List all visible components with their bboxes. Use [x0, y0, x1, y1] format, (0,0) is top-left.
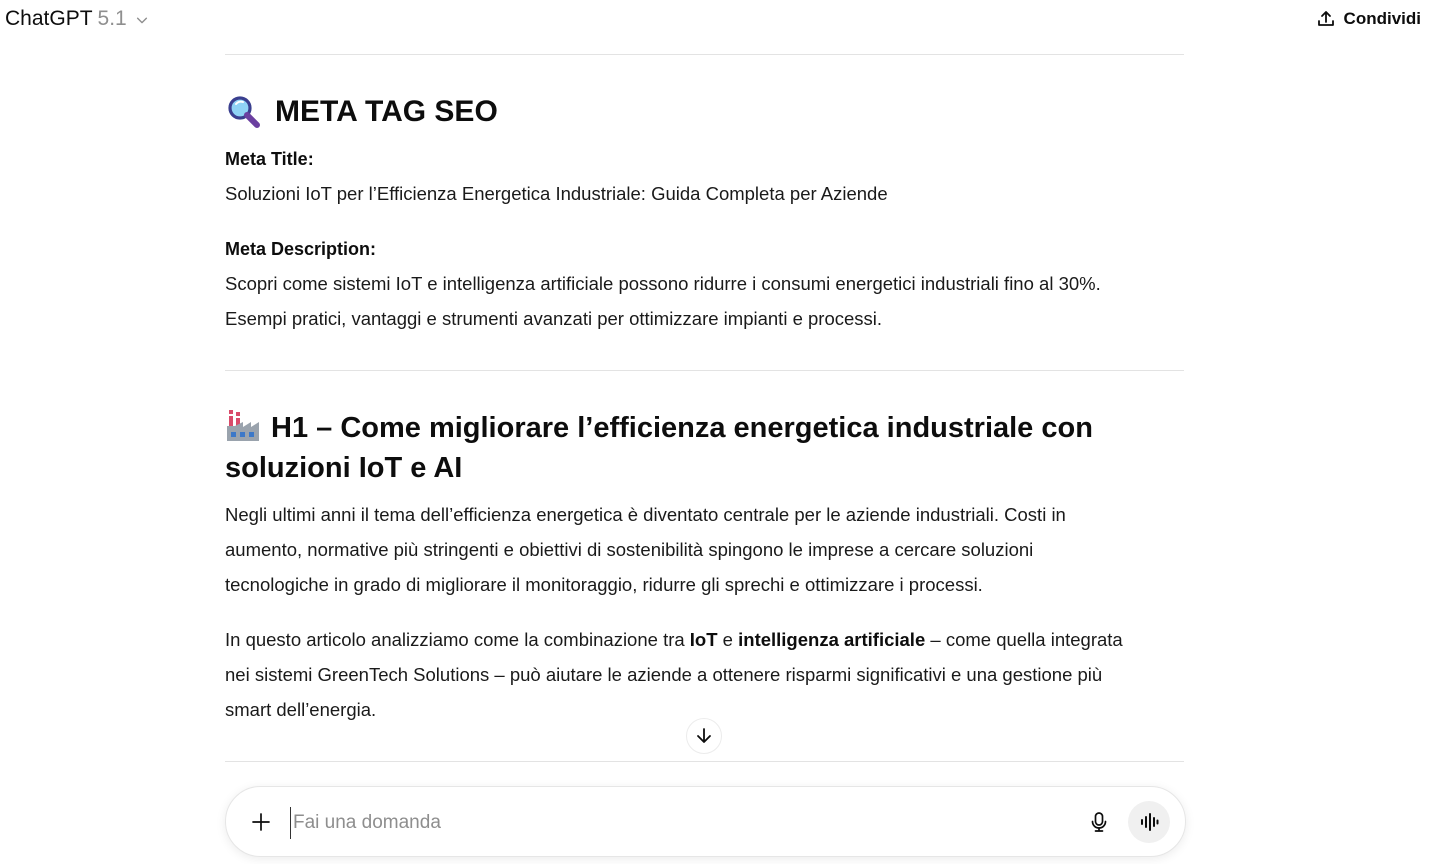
- divider: [225, 370, 1184, 371]
- paragraph-line: In questo articolo analizziamo come la c…: [225, 622, 1187, 657]
- prompt-input[interactable]: [290, 807, 1070, 839]
- meta-heading-text: META TAG SEO: [275, 95, 498, 128]
- text-run: In questo articolo analizziamo come la c…: [225, 629, 690, 650]
- share-label: Condividi: [1343, 9, 1421, 28]
- meta-heading: META TAG SEO: [225, 92, 1184, 132]
- h1-heading: H1 – Come migliorare l’efficienza energe…: [225, 408, 1184, 488]
- paragraph-line: nei sistemi GreenTech Solutions – può ai…: [225, 664, 1103, 685]
- magnifying-glass-emoji: [228, 96, 260, 128]
- text-run: e: [717, 629, 739, 650]
- meta-title-label: Meta Title:: [225, 149, 314, 169]
- attach-button[interactable]: [244, 805, 278, 839]
- arrow-down-icon: [697, 728, 711, 743]
- meta-description-line: Scopri come sistemi IoT e intelligenza a…: [225, 273, 1101, 294]
- chevron-down-icon: [136, 17, 147, 24]
- dictate-button[interactable]: [1082, 805, 1116, 839]
- paragraph-line: Negli ultimi anni il tema dell’efficienz…: [225, 504, 1066, 525]
- factory-emoji: [227, 410, 259, 441]
- intro-paragraph: Negli ultimi anni il tema dell’efficienz…: [225, 497, 1187, 602]
- plus-icon: [252, 813, 270, 831]
- voice-mode-button[interactable]: [1128, 801, 1170, 843]
- meta-title-text: Soluzioni IoT per l’Efficienza Energetic…: [225, 183, 888, 204]
- h1-heading-line1: H1 – Come migliorare l’efficienza energe…: [271, 412, 1093, 444]
- meta-description-line: Esempi pratici, vantaggi e strumenti ava…: [225, 308, 883, 329]
- paragraph-line: aumento, normative più stringenti e obie…: [225, 539, 1034, 560]
- text-run: – come quella integrata: [925, 629, 1123, 650]
- article-paragraph: In questo articolo analizziamo come la c…: [225, 622, 1187, 727]
- divider: [225, 761, 1184, 762]
- scroll-to-bottom-button[interactable]: [686, 718, 722, 754]
- upload-icon: [1317, 11, 1334, 26]
- model-switcher[interactable]: ChatGPT 5.1: [5, 5, 149, 33]
- meta-description-label: Meta Description:: [225, 239, 377, 259]
- bold-term: IoT: [689, 629, 718, 650]
- share-button[interactable]: Condividi: [1316, 6, 1421, 32]
- bold-term: intelligenza artificiale: [738, 629, 926, 650]
- model-version: 5.1: [97, 7, 127, 30]
- meta-title-value: Soluzioni IoT per l’Efficienza Energetic…: [225, 176, 1187, 211]
- composer: [225, 786, 1186, 857]
- microphone-icon: [1091, 812, 1107, 832]
- voice-waveform-icon: [1141, 813, 1159, 831]
- meta-description-value: Scopri come sistemi IoT e intelligenza a…: [225, 266, 1187, 336]
- h1-heading-line2: soluzioni IoT e AI: [225, 452, 463, 484]
- top-bar: ChatGPT 5.1 Condividi: [0, 0, 1434, 40]
- paragraph-line: tecnologiche in grado di migliorare il m…: [225, 574, 983, 595]
- divider: [225, 54, 1184, 55]
- model-name: ChatGPT: [5, 7, 93, 30]
